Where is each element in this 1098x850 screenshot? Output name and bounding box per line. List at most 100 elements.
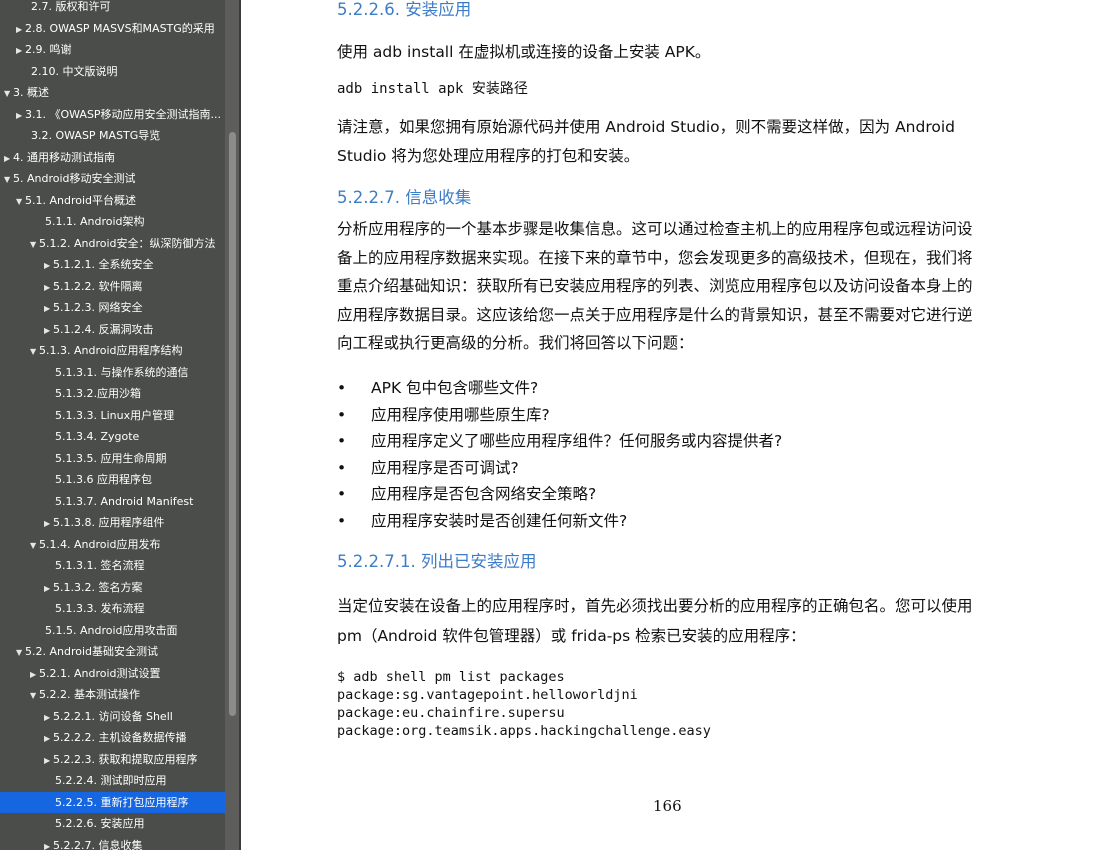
toc-item[interactable]: 5.1.3.3. 发布流程 xyxy=(0,598,225,620)
expand-down-icon[interactable]: ▼ xyxy=(4,83,13,104)
toc-item-label: 5.2.2.4. 测试即时应用 xyxy=(55,774,167,787)
toc-item-label: 5.2.2.6. 安装应用 xyxy=(55,817,145,830)
sidebar-scrollbar-thumb[interactable] xyxy=(229,132,236,716)
list-item: • 应用程序安装时是否创建任何新文件? xyxy=(337,511,628,530)
toc-item[interactable]: ▼ 5. Android移动安全测试 xyxy=(0,168,225,190)
sidebar-scrollbar[interactable] xyxy=(225,0,239,850)
toc-item[interactable]: ▼ 5.1.3. Android应用程序结构 xyxy=(0,340,225,362)
toc-item[interactable]: ▶ 5.1.2.2. 软件隔离 xyxy=(0,276,225,298)
expand-right-icon[interactable]: ▶ xyxy=(44,750,53,771)
toc-item-label: 5.1.3.4. Zygote xyxy=(55,430,140,443)
toc-item[interactable]: ▶ 5.1.2.4. 反漏洞攻击 xyxy=(0,319,225,341)
toc-item-label: 5.2.1. Android测试设置 xyxy=(39,666,161,680)
toc-item[interactable]: ▶ 5.2.2.2. 主机设备数据传播 xyxy=(0,727,225,749)
toc-item[interactable]: 5.2.2.4. 测试即时应用 xyxy=(0,770,225,792)
toc-item[interactable]: 5.2.2.6. 安装应用 xyxy=(0,813,225,835)
toc-item[interactable]: 5.1.3.1. 签名流程 xyxy=(0,555,225,577)
toc-item-label: 5.2.2.7. 信息收集 xyxy=(53,838,143,850)
expand-right-icon[interactable]: ▶ xyxy=(44,707,53,728)
expand-right-icon[interactable]: ▶ xyxy=(44,836,53,850)
toc-item-label: 2.9. 鸣谢 xyxy=(25,43,72,56)
toc-item[interactable]: ▶ 5.2.2.7. 信息收集 xyxy=(0,835,225,850)
toc-item-label: 5.2.2.1. 访问设备 Shell xyxy=(53,709,173,723)
expand-right-icon[interactable]: ▶ xyxy=(44,255,53,276)
expand-right-icon[interactable]: ▶ xyxy=(44,578,53,599)
toc-item[interactable]: ▶ 5.1.2.3. 网络安全 xyxy=(0,297,225,319)
toc-item[interactable]: ▶ 2.9. 鸣谢 xyxy=(0,39,225,61)
toc-item[interactable]: ▶ 5.1.3.2. 签名方案 xyxy=(0,577,225,599)
expand-down-icon[interactable]: ▼ xyxy=(30,535,39,556)
toc-item-label: 5.1.3.8. 应用程序组件 xyxy=(53,516,165,529)
toc-item[interactable]: 5.1.3.3. Linux用户管理 xyxy=(0,405,225,427)
expand-down-icon[interactable]: ▼ xyxy=(4,169,13,190)
toc-item[interactable]: 5.1.3.4. Zygote xyxy=(0,426,225,448)
section-heading-list-apps: 5.2.2.7.1. 列出已安装应用 xyxy=(337,552,537,571)
toc-item-label: 5.2.2.5. 重新打包应用程序 xyxy=(55,795,189,809)
toc-item[interactable]: ▶ 3.1. 《OWASP移动应用安全测试指南... xyxy=(0,104,225,126)
toc-item[interactable]: ▶ 4. 通用移动测试指南 xyxy=(0,147,225,169)
toc-item[interactable]: 5.1.3.5. 应用生命周期 xyxy=(0,448,225,470)
toc-item[interactable]: ▼ 5.2.2. 基本测试操作 xyxy=(0,684,225,706)
toc-item[interactable]: 5.1.3.2.应用沙箱 xyxy=(0,383,225,405)
toc-item[interactable]: 2.7. 版权和许可 xyxy=(0,0,225,18)
expand-right-icon[interactable]: ▶ xyxy=(44,728,53,749)
toc-item-label: 5.1.4. Android应用发布 xyxy=(39,537,161,551)
toc-item-label: 5.1.2.3. 网络安全 xyxy=(53,301,143,314)
toc-item-label: 3.1. 《OWASP移动应用安全测试指南... xyxy=(25,107,222,121)
expand-down-icon[interactable]: ▼ xyxy=(30,685,39,706)
toc-item[interactable]: 5.1.5. Android应用攻击面 xyxy=(0,620,225,642)
list-item: • 应用程序是否包含网络安全策略? xyxy=(337,485,597,503)
expand-right-icon[interactable]: ▶ xyxy=(44,513,53,534)
toc-item[interactable]: ▼ 5.2. Android基础安全测试 xyxy=(0,641,225,663)
page-number: 166 xyxy=(653,797,682,815)
paragraph-list-apps: 当定位安装在设备上的应用程序时，首先必须找出要分析的应用程序的正确包名。您可以使… xyxy=(337,597,973,645)
toc-item[interactable]: ▶ 5.2.2.1. 访问设备 Shell xyxy=(0,706,225,728)
toc-item[interactable]: ▶ 2.8. OWASP MASVS和MASTG的采用 xyxy=(0,18,225,40)
expand-down-icon[interactable]: ▼ xyxy=(16,191,25,212)
paragraph-install: 使用 adb install 在虚拟机或连接的设备上安装 APK。 xyxy=(337,43,711,61)
list-item: • 应用程序定义了哪些应用程序组件？任何服务或内容提供者? xyxy=(337,432,783,450)
toc-item[interactable]: ▶ 5.2.1. Android测试设置 xyxy=(0,663,225,685)
toc-item-label: 5.1.3.5. 应用生命周期 xyxy=(55,451,167,465)
toc-item-label: 5.1.3. Android应用程序结构 xyxy=(39,344,183,357)
toc-item-label: 2.10. 中文版说明 xyxy=(31,64,118,78)
expand-right-icon[interactable]: ▶ xyxy=(44,277,53,298)
toc-item-label: 5.1.3.3. 发布流程 xyxy=(55,602,145,615)
expand-down-icon[interactable]: ▼ xyxy=(30,234,39,255)
toc-item-label: 5.1.3.1. 签名流程 xyxy=(55,559,145,572)
expand-right-icon[interactable]: ▶ xyxy=(30,664,39,685)
toc-item[interactable]: 5.2.2.5. 重新打包应用程序 xyxy=(0,791,225,813)
toc-item[interactable]: ▶ 5.1.3.8. 应用程序组件 xyxy=(0,512,225,534)
toc-item[interactable]: 5.1.3.1. 与操作系统的通信 xyxy=(0,362,225,384)
expand-right-icon[interactable]: ▶ xyxy=(16,40,25,61)
list-item: • 应用程序是否可调试? xyxy=(337,458,519,477)
toc-item-label: 5.1.3.2.应用沙箱 xyxy=(55,387,141,400)
expand-right-icon[interactable]: ▶ xyxy=(16,105,25,126)
toc-item[interactable]: 5.1.3.7. Android Manifest xyxy=(0,491,225,513)
toc-item[interactable]: 3.2. OWASP MASTG导览 xyxy=(0,125,225,147)
toc-item[interactable]: 5.1.1. Android架构 xyxy=(0,211,225,233)
expand-down-icon[interactable]: ▼ xyxy=(16,642,25,663)
expand-down-icon[interactable]: ▼ xyxy=(30,341,39,362)
toc-item[interactable]: ▼ 5.1.4. Android应用发布 xyxy=(0,534,225,556)
toc-item[interactable]: ▶ 5.1.2.1. 全系统安全 xyxy=(0,254,225,276)
toc-item[interactable]: ▼ 5.1. Android平台概述 xyxy=(0,190,225,212)
paragraph-info: 分析应用程序的一个基本步骤是收集信息。这可以通过检查主机上的应用程序包或远程访问… xyxy=(337,220,973,352)
toc-item-label: 2.8. OWASP MASVS和MASTG的采用 xyxy=(25,21,215,35)
toc-item-label: 5.1.2. Android安全：纵深防御方法 xyxy=(39,236,216,250)
toc-item-label: 5.1.5. Android应用攻击面 xyxy=(45,623,178,637)
toc-item-label: 5.2.2. 基本测试操作 xyxy=(39,688,140,701)
section-heading-install: 5.2.2.6. 安装应用 xyxy=(337,0,472,19)
toc-item[interactable]: 5.1.3.6 应用程序包 xyxy=(0,469,225,491)
toc-item[interactable]: ▼ 3. 概述 xyxy=(0,82,225,104)
toc-item[interactable]: ▶ 5.2.2.3. 获取和提取应用程序 xyxy=(0,749,225,771)
section-heading-info: 5.2.2.7. 信息收集 xyxy=(337,188,472,207)
expand-right-icon[interactable]: ▶ xyxy=(44,320,53,341)
toc-item-label: 5.2.2.2. 主机设备数据传播 xyxy=(53,731,187,744)
toc-item[interactable]: ▼ 5.1.2. Android安全：纵深防御方法 xyxy=(0,233,225,255)
expand-right-icon[interactable]: ▶ xyxy=(4,148,13,169)
expand-right-icon[interactable]: ▶ xyxy=(44,298,53,319)
toc-item[interactable]: 2.10. 中文版说明 xyxy=(0,61,225,83)
toc-item-label: 4. 通用移动测试指南 xyxy=(13,150,115,164)
expand-right-icon[interactable]: ▶ xyxy=(16,19,25,40)
